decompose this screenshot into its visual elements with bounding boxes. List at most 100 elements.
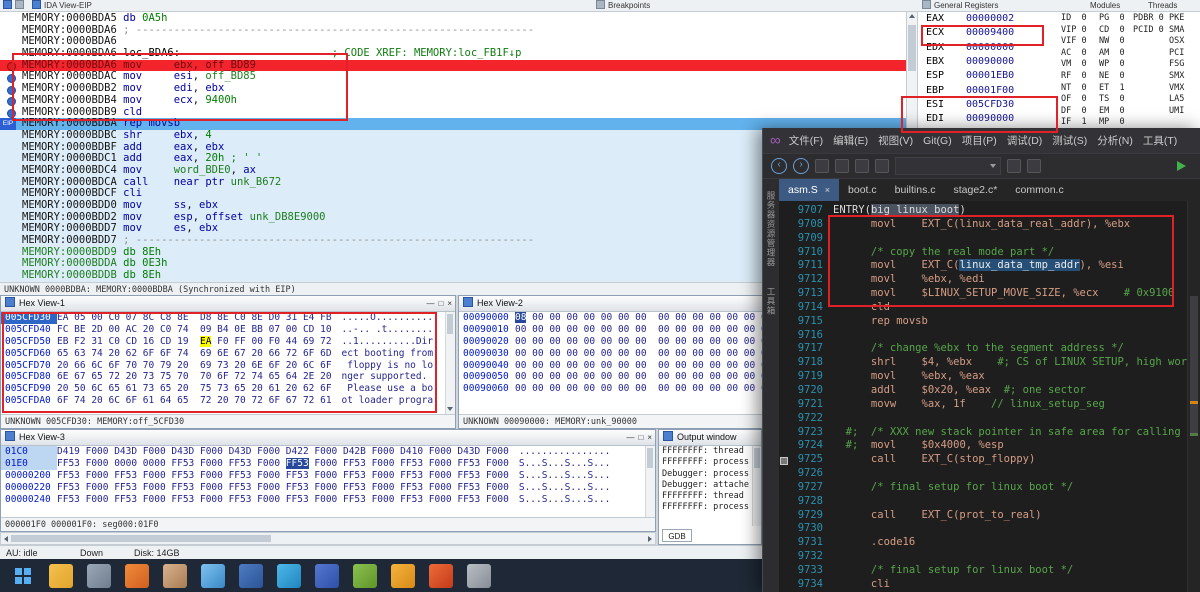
undo-icon[interactable] <box>1007 159 1021 173</box>
code-line[interactable]: 9729 call EXT_C(prot_to_real) <box>779 509 1200 523</box>
minimize-button[interactable]: — <box>626 430 634 445</box>
code-line[interactable]: 9730 <box>779 522 1200 536</box>
hex-view-3-hscrollbar[interactable] <box>0 532 656 545</box>
hex-row[interactable]: 005CFD30 EA 05 00 C0 07 8C C8 8E D8 8E C0… <box>1 312 455 324</box>
register-row[interactable]: ECX 00009400 <box>926 27 1014 40</box>
save-all-icon[interactable] <box>875 159 889 173</box>
tab-general-registers[interactable]: General Registers <box>922 0 998 11</box>
maximize-button[interactable]: □ <box>638 430 643 445</box>
configuration-dropdown[interactable] <box>895 157 1001 175</box>
code-line[interactable]: 9723 #; /* XXX new stack pointer in safe… <box>779 426 1200 440</box>
tab-threads[interactable]: Threads <box>1148 0 1177 11</box>
open-file-icon[interactable] <box>835 159 849 173</box>
hex-row[interactable]: 005CFD60 65 63 74 20 62 6F 6F 74 69 6E 67… <box>1 348 455 360</box>
start-button[interactable] <box>11 564 35 588</box>
hex-view-3-titlebar[interactable]: Hex View-3 — □ × <box>1 430 655 446</box>
vs-titlebar[interactable]: ∞ 文件(F) 编辑(E) 视图(V) Git(G) 项目(P) 调试(D) 测试(S) 分析… <box>763 128 1200 153</box>
code-line[interactable]: 9726 <box>779 467 1200 481</box>
register-row[interactable]: ESI 005CFD30 <box>926 99 1014 112</box>
hex-row[interactable]: 00000200 FF53 F000 FF53 F000 FF53 F000 FF… <box>1 470 655 482</box>
navigate-forward-icon[interactable]: › <box>793 158 809 174</box>
hex-view-1-titlebar[interactable]: Hex View-1 — □ × <box>1 296 455 312</box>
menu-item[interactable]: 项目(P) <box>962 135 997 147</box>
code-line[interactable]: 9719 movl %ebx, %eax <box>779 370 1200 384</box>
nav-dot[interactable] <box>7 109 16 118</box>
new-file-icon[interactable] <box>815 159 829 173</box>
breakpoint-dot[interactable] <box>7 62 16 72</box>
menu-item[interactable]: 工具(T) <box>1143 135 1177 147</box>
hex-row[interactable]: 005CFD50 EB F2 31 C0 CD 16 CD 19 EA F0 FF… <box>1 335 455 348</box>
hex-row[interactable]: 01E0 FF53 F000 0000 0000 FF53 F000 FF53 F… <box>1 458 655 470</box>
output-window-titlebar[interactable]: Output window <box>659 430 761 446</box>
code-line[interactable]: 9734 cli <box>779 578 1200 592</box>
disasm-line[interactable]: MEMORY:0000BDA6 ; ----------------------… <box>0 24 906 37</box>
code-line[interactable]: 9710 /* copy the real mode part */ <box>779 246 1200 260</box>
menu-item[interactable]: 文件(F) <box>789 135 823 147</box>
search-app-icon[interactable] <box>201 563 225 588</box>
code-line[interactable]: 9731 .code16 <box>779 536 1200 550</box>
code-line[interactable]: 9733 /* final setup for linux boot */ <box>779 564 1200 578</box>
nav-dot[interactable] <box>7 73 16 83</box>
scrollbar-thumb[interactable] <box>1190 296 1198 436</box>
editor-scrollbar[interactable] <box>1187 201 1200 592</box>
ida-pro-icon[interactable] <box>163 563 187 588</box>
code-line[interactable]: 9717 /* change %ebx to the segment addre… <box>779 342 1200 356</box>
hex-row[interactable]: 00000240 FF53 F000 FF53 F000 FF53 F000 FF… <box>1 494 655 506</box>
menu-item[interactable]: 编辑(E) <box>833 135 868 147</box>
run-button[interactable] <box>1177 161 1186 171</box>
menu-item[interactable]: 测试(S) <box>1052 135 1087 147</box>
register-row[interactable]: EBX 00090000 <box>926 56 1014 69</box>
scroll-left-icon[interactable] <box>4 536 8 542</box>
minimize-button[interactable]: — <box>426 296 434 311</box>
code-line[interactable]: 9716 <box>779 329 1200 343</box>
menu-item[interactable]: 调试(D) <box>1007 135 1043 147</box>
editor-tab[interactable]: common.c <box>1006 179 1072 201</box>
hex-row[interactable]: 005CFD90 20 50 6C 65 61 73 65 20 75 73 65… <box>1 383 455 395</box>
code-line[interactable]: 9728 <box>779 495 1200 509</box>
code-line[interactable]: 9709 <box>779 232 1200 246</box>
code-line[interactable]: 9724 #; movl $0x4000, %esp <box>779 439 1200 453</box>
hex-view-1-scrollbar[interactable] <box>445 312 455 414</box>
browser-icon[interactable] <box>429 563 453 588</box>
code-line[interactable]: 9727 /* final setup for linux boot */ <box>779 481 1200 495</box>
side-tab-0[interactable]: 服务器资源管理器 <box>765 191 777 267</box>
code-line[interactable]: 9718 shrl $4, %ebx #; CS of LINUX SETUP,… <box>779 356 1200 370</box>
close-tab-icon[interactable]: × <box>825 185 830 195</box>
hex-row[interactable]: 01C0 D419 F000 D43D F000 D43D F000 D43D F… <box>1 446 655 458</box>
editor-tab[interactable]: boot.c <box>839 179 886 201</box>
code-line[interactable]: 9722 <box>779 412 1200 426</box>
output-scrollbar[interactable] <box>752 446 761 526</box>
code-line[interactable]: 9715 rep movsb <box>779 315 1200 329</box>
code-line[interactable]: 9708 movl EXT_C(linux_data_real_addr), %… <box>779 218 1200 232</box>
close-button[interactable]: × <box>647 430 652 445</box>
code-line[interactable]: 9714 cld <box>779 301 1200 315</box>
app-gray2-icon[interactable] <box>467 563 491 588</box>
autocad-icon[interactable] <box>277 563 301 588</box>
code-editor[interactable]: 9707 ENTRY(big_linux_boot) 9708 movl EXT_C… <box>779 201 1200 592</box>
register-row[interactable]: EBP 00001F00 <box>926 85 1014 98</box>
briefcase-app-icon[interactable] <box>239 563 263 588</box>
tab-breakpoints[interactable]: Breakpoints <box>596 0 650 11</box>
tab-modules[interactable]: Modules <box>1090 0 1120 11</box>
menu-item[interactable]: Git(G) <box>923 135 952 147</box>
editor-tab[interactable]: stage2.c* <box>945 179 1007 201</box>
code-line[interactable]: 9720 addl $0x20, %eax #; one sector <box>779 384 1200 398</box>
hex-row[interactable]: 005CFD40 FC BE 2D 00 AC 20 C0 74 09 B4 0E… <box>1 324 455 336</box>
maximize-button[interactable]: □ <box>438 296 443 311</box>
scroll-right-icon[interactable] <box>648 536 652 542</box>
hex-row[interactable]: 00000220 FF53 F000 FF53 F000 FF53 F000 FF… <box>1 482 655 494</box>
code-line[interactable]: 9713 movl $LINUX_SETUP_MOVE_SIZE, %ecx #… <box>779 287 1200 301</box>
app-orange-icon[interactable] <box>125 563 149 588</box>
side-tab-1[interactable]: 工具箱 <box>765 287 777 316</box>
tab-gdb[interactable]: GDB <box>662 529 692 542</box>
code-line[interactable]: 9711 movl EXT_C(linux_data_tmp_addr), %e… <box>779 259 1200 273</box>
redo-icon[interactable] <box>1027 159 1041 173</box>
hex-row[interactable]: 005CFD80 6E 67 65 72 20 73 75 70 70 6F 72… <box>1 371 455 383</box>
menu-item[interactable]: 分析(N) <box>1097 135 1133 147</box>
nav-dot[interactable] <box>7 85 16 95</box>
nav-dot[interactable] <box>7 97 16 107</box>
hex-row[interactable]: 005CFD70 20 66 6C 6F 70 70 79 20 69 73 20… <box>1 360 455 372</box>
register-row[interactable]: EDI 00090000 <box>926 113 1014 126</box>
menu-item[interactable]: 视图(V) <box>878 135 913 147</box>
editor-tab[interactable]: asm.S × <box>779 179 840 201</box>
